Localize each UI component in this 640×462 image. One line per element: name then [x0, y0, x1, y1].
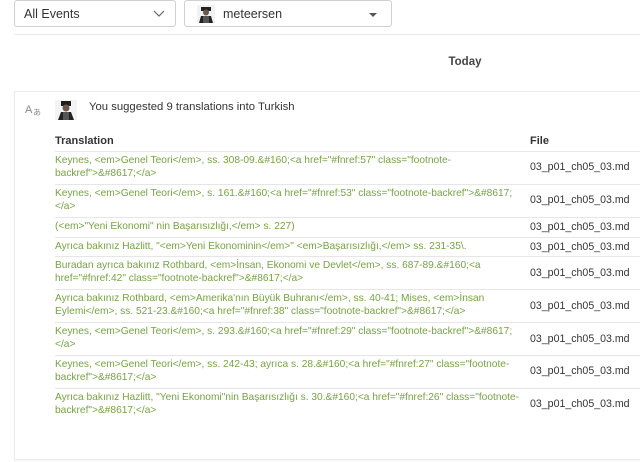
chevron-down-icon [153, 10, 165, 17]
table-row: Ayrıca bakınız Rothbard, <em>Amerika'nın… [55, 289, 640, 323]
day-heading: Today [448, 56, 482, 68]
file-name: 03_p01_ch05_03.md [530, 256, 640, 290]
divider [14, 34, 640, 35]
table-row: Buradan ayrıca bakınız Rothbard, <em>İns… [55, 256, 640, 290]
user-avatar [197, 4, 215, 23]
table-row: (<em>"Yeni Ekonomi" nin Başarısızlığı,</… [55, 216, 640, 238]
file-name: 03_p01_ch05_03.md [530, 322, 640, 356]
svg-text:あ: あ [33, 108, 41, 116]
translation-link[interactable]: Keynes, <em>Genel Teori</em>, ss. 308-09… [55, 151, 530, 185]
event-filter-select[interactable]: All Events [14, 0, 176, 27]
column-header-translation: Translation [55, 135, 114, 147]
table-header: Translation File [55, 132, 640, 152]
user-filter-select[interactable]: meteersen [184, 0, 392, 27]
file-name: 03_p01_ch05_03.md [530, 354, 640, 389]
table-row: Ayrıca bakınız Hazlitt, "Yeni Ekonomi"ni… [55, 387, 640, 421]
file-name: 03_p01_ch05_03.md [530, 289, 640, 323]
file-name: 03_p01_ch05_03.md [530, 216, 640, 238]
file-name: 03_p01_ch05_03.md [530, 151, 640, 185]
filter-bar: All Events meteersen [0, 0, 640, 34]
translation-link[interactable]: Ayrıca bakınız Hazlitt, "<em>Yeni Ekonom… [55, 236, 530, 257]
table-row: Keynes, <em>Genel Teori</em>, s. 161.&#1… [55, 183, 640, 218]
translations-table: Keynes, <em>Genel Teori</em>, ss. 308-09… [55, 151, 640, 421]
svg-text:A: A [25, 104, 33, 116]
translation-link[interactable]: Ayrıca bakınız Rothbard, <em>Amerika'nın… [55, 289, 530, 323]
translate-icon: A あ [25, 104, 41, 116]
user-filter-value: meteersen [223, 6, 283, 21]
file-name: 03_p01_ch05_03.md [530, 236, 640, 257]
translation-link[interactable]: Ayrıca bakınız Hazlitt, "Yeni Ekonomi"ni… [55, 387, 530, 421]
translation-link[interactable]: Keynes, <em>Genel Teori</em>, s. 293.&#1… [55, 322, 530, 356]
file-name: 03_p01_ch05_03.md [530, 183, 640, 218]
table-row: Ayrıca bakınız Hazlitt, "<em>Yeni Ekonom… [55, 236, 640, 257]
translation-link[interactable]: Buradan ayrıca bakınız Rothbard, <em>İns… [55, 256, 530, 290]
activity-summary: You suggested 9 translations into Turkis… [89, 101, 295, 113]
table-row: Keynes, <em>Genel Teori</em>, ss. 242-43… [55, 354, 640, 389]
translation-link[interactable]: Keynes, <em>Genel Teori</em>, s. 161.&#1… [55, 183, 530, 218]
activity-card: A あ You suggested 9 translations into Tu… [14, 91, 640, 460]
caret-down-icon [369, 13, 377, 17]
table-row: Keynes, <em>Genel Teori</em>, s. 293.&#1… [55, 322, 640, 356]
table-row: Keynes, <em>Genel Teori</em>, ss. 308-09… [55, 151, 640, 185]
user-avatar [55, 100, 77, 120]
event-filter-value: All Events [24, 6, 80, 21]
translation-link[interactable]: Keynes, <em>Genel Teori</em>, ss. 242-43… [55, 354, 530, 389]
translation-link[interactable]: (<em>"Yeni Ekonomi" nin Başarısızlığı,</… [55, 216, 530, 238]
file-name: 03_p01_ch05_03.md [530, 387, 640, 421]
column-header-file: File [530, 135, 549, 147]
